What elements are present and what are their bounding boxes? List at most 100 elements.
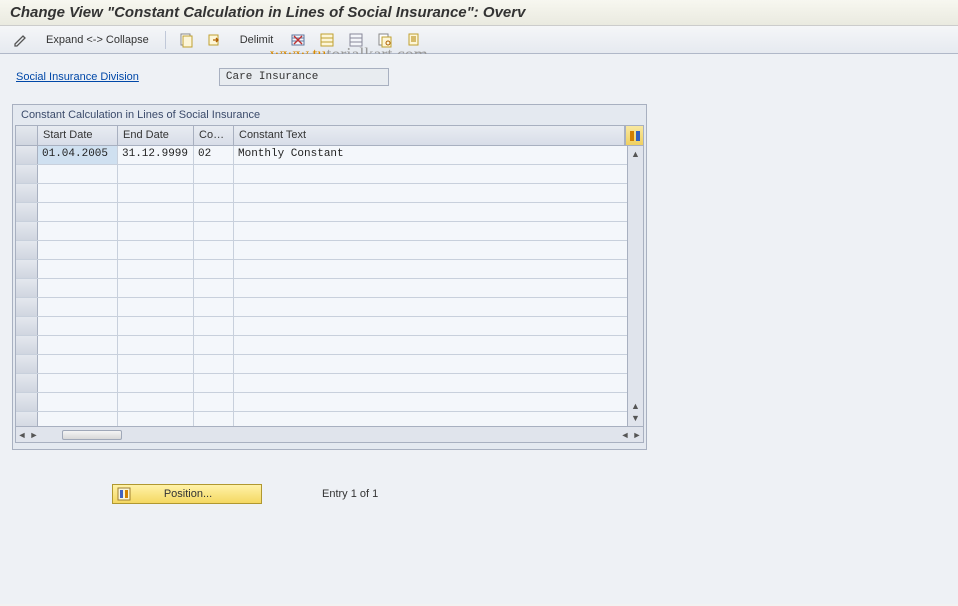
cell-empty[interactable] — [234, 222, 643, 240]
grid-config-icon[interactable] — [625, 126, 643, 145]
row-selector[interactable] — [16, 222, 38, 240]
cell-empty[interactable] — [234, 374, 643, 392]
row-selector[interactable] — [16, 317, 38, 335]
cell-empty[interactable] — [234, 241, 643, 259]
table-row[interactable] — [16, 298, 643, 317]
cell-empty[interactable] — [234, 412, 643, 426]
cell-empty[interactable] — [234, 393, 643, 411]
cell-empty[interactable] — [38, 184, 118, 202]
cell-empty[interactable] — [194, 241, 234, 259]
table-row[interactable] — [16, 317, 643, 336]
table-row[interactable] — [16, 203, 643, 222]
select-all-icon[interactable] — [314, 30, 340, 50]
cell-empty[interactable] — [38, 412, 118, 426]
cell-empty[interactable] — [194, 374, 234, 392]
table-row[interactable]: 01.04.200531.12.999902Monthly Constant — [16, 146, 643, 165]
scroll-down-more-icon[interactable]: ▲ — [630, 400, 642, 412]
scrollbar-thumb[interactable] — [62, 430, 122, 440]
cell-empty[interactable] — [118, 222, 194, 240]
cell-empty[interactable] — [234, 317, 643, 335]
scroll-left-end-icon[interactable]: ◄ — [619, 429, 631, 441]
cell-empty[interactable] — [194, 412, 234, 426]
cell-empty[interactable] — [118, 355, 194, 373]
table-row[interactable] — [16, 412, 643, 426]
cell-empty[interactable] — [38, 393, 118, 411]
col-end-date[interactable]: End Date — [118, 126, 194, 145]
row-selector[interactable] — [16, 355, 38, 373]
cell-empty[interactable] — [38, 298, 118, 316]
table-row[interactable] — [16, 184, 643, 203]
cell-empty[interactable] — [118, 184, 194, 202]
expand-collapse-button[interactable]: Expand <-> Collapse — [37, 30, 158, 50]
toggle-edit-icon[interactable] — [8, 30, 34, 50]
table-row[interactable] — [16, 374, 643, 393]
cell-constant[interactable]: 02 — [194, 146, 234, 164]
deselect-all-icon[interactable] — [343, 30, 369, 50]
cell-empty[interactable] — [194, 298, 234, 316]
new-entries-icon[interactable] — [173, 30, 199, 50]
cell-empty[interactable] — [118, 279, 194, 297]
row-selector[interactable] — [16, 393, 38, 411]
table-row[interactable] — [16, 279, 643, 298]
row-selector[interactable] — [16, 336, 38, 354]
cell-empty[interactable] — [194, 279, 234, 297]
position-button[interactable]: Position... — [112, 484, 262, 504]
cell-empty[interactable] — [194, 393, 234, 411]
col-constant[interactable]: Con... — [194, 126, 234, 145]
cell-constant-text[interactable]: Monthly Constant — [234, 146, 643, 164]
cell-empty[interactable] — [118, 165, 194, 183]
cell-empty[interactable] — [234, 165, 643, 183]
cell-empty[interactable] — [194, 260, 234, 278]
scroll-left-icon[interactable]: ◄ — [16, 429, 28, 441]
cell-empty[interactable] — [118, 260, 194, 278]
cell-empty[interactable] — [234, 203, 643, 221]
table-row[interactable] — [16, 222, 643, 241]
row-selector[interactable] — [16, 165, 38, 183]
cell-empty[interactable] — [38, 203, 118, 221]
cell-empty[interactable] — [118, 336, 194, 354]
config-icon[interactable] — [372, 30, 398, 50]
row-selector[interactable] — [16, 184, 38, 202]
cell-empty[interactable] — [234, 260, 643, 278]
col-constant-text[interactable]: Constant Text — [234, 126, 625, 145]
delete-icon[interactable] — [285, 30, 311, 50]
table-row[interactable] — [16, 393, 643, 412]
cell-empty[interactable] — [38, 241, 118, 259]
cell-empty[interactable] — [118, 393, 194, 411]
scroll-right-step-icon[interactable]: ► — [28, 429, 40, 441]
col-start-date[interactable]: Start Date — [38, 126, 118, 145]
cell-empty[interactable] — [118, 374, 194, 392]
row-selector[interactable] — [16, 260, 38, 278]
row-selector[interactable] — [16, 241, 38, 259]
cell-empty[interactable] — [118, 412, 194, 426]
cell-empty[interactable] — [194, 203, 234, 221]
cell-empty[interactable] — [38, 260, 118, 278]
cell-empty[interactable] — [38, 355, 118, 373]
cell-start-date[interactable]: 01.04.2005 — [38, 146, 118, 164]
copy-as-icon[interactable] — [202, 30, 228, 50]
cell-empty[interactable] — [194, 165, 234, 183]
cell-empty[interactable] — [234, 279, 643, 297]
table-row[interactable] — [16, 260, 643, 279]
cell-empty[interactable] — [194, 317, 234, 335]
cell-empty[interactable] — [38, 317, 118, 335]
cell-empty[interactable] — [234, 355, 643, 373]
row-selector[interactable] — [16, 146, 38, 164]
cell-empty[interactable] — [194, 336, 234, 354]
cell-empty[interactable] — [38, 222, 118, 240]
print-icon[interactable] — [401, 30, 427, 50]
division-label-link[interactable]: Social Insurance Division — [16, 71, 139, 83]
row-selector[interactable] — [16, 203, 38, 221]
scroll-right-icon[interactable]: ► — [631, 429, 643, 441]
vertical-scrollbar[interactable]: ▲ ▲ ▼ — [627, 146, 643, 426]
row-selector[interactable] — [16, 374, 38, 392]
cell-empty[interactable] — [234, 184, 643, 202]
delimit-button[interactable]: Delimit — [231, 30, 283, 50]
row-selector[interactable] — [16, 298, 38, 316]
row-selector[interactable] — [16, 412, 38, 426]
table-row[interactable] — [16, 241, 643, 260]
scroll-down-icon[interactable]: ▼ — [630, 412, 642, 424]
cell-empty[interactable] — [194, 355, 234, 373]
cell-empty[interactable] — [38, 165, 118, 183]
scroll-up-icon[interactable]: ▲ — [630, 148, 642, 160]
